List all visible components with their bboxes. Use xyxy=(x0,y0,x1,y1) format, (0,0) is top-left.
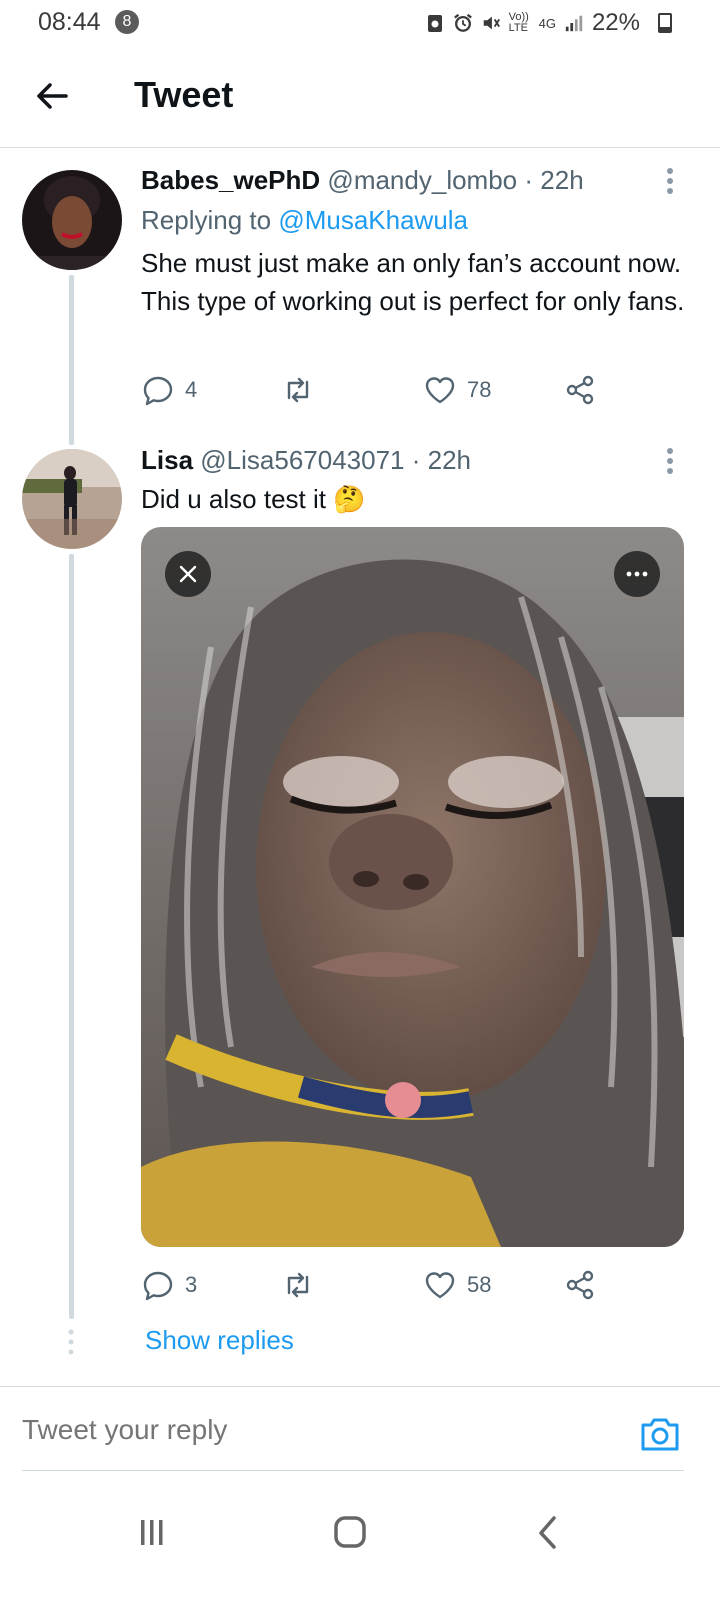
reply-count: 3 xyxy=(185,1272,198,1297)
separator: · xyxy=(524,165,534,195)
battery-icon xyxy=(658,13,672,33)
retweet-icon xyxy=(287,1272,309,1298)
tweet-actions: 4 78 xyxy=(141,370,611,410)
more-options-icon[interactable] xyxy=(662,446,678,476)
like-count: 78 xyxy=(467,377,492,402)
page-title: Tweet xyxy=(134,74,234,115)
separator: · xyxy=(411,445,421,475)
thread-line xyxy=(69,554,74,1319)
media-more-button[interactable] xyxy=(614,551,660,597)
heart-icon xyxy=(425,1272,455,1299)
like-button[interactable]: 58 xyxy=(423,1265,491,1305)
battery-percent: 22% xyxy=(591,9,640,36)
share-button[interactable] xyxy=(563,370,597,410)
status-icons: Vo)) LTE 4G 22% xyxy=(425,9,640,37)
reply-button[interactable]: 3 xyxy=(141,1265,197,1305)
replying-to-label: Replying to xyxy=(141,205,272,235)
home-icon[interactable] xyxy=(320,1508,380,1558)
tweet-header: Babes_wePhD @mandy_lombo · 22h xyxy=(141,165,584,196)
recycle-icon xyxy=(427,15,442,32)
alarm-icon xyxy=(453,13,472,32)
photo xyxy=(141,527,684,1247)
close-icon xyxy=(179,565,197,583)
share-icon xyxy=(566,1270,594,1300)
tweet-actions: 3 58 xyxy=(141,1265,611,1305)
back-nav-icon[interactable] xyxy=(518,1508,578,1558)
avatar[interactable] xyxy=(22,170,122,270)
show-replies-link[interactable]: Show replies xyxy=(145,1325,294,1356)
timestamp: 22h xyxy=(427,445,472,475)
reply-input[interactable] xyxy=(22,1387,684,1471)
tweet-image[interactable] xyxy=(141,527,684,1247)
camera-icon[interactable] xyxy=(638,1415,682,1453)
network-type-indicator: 4G xyxy=(538,15,556,31)
like-button[interactable]: 78 xyxy=(423,370,491,410)
reply-icon xyxy=(143,1271,173,1301)
heart-icon xyxy=(425,377,455,404)
replying-to: Replying to @MusaKhawula xyxy=(141,205,468,236)
user-handle[interactable]: @mandy_lombo xyxy=(327,165,517,195)
retweet-button[interactable] xyxy=(281,370,325,410)
tweet-header: Lisa @Lisa567043071 · 22h xyxy=(141,445,471,476)
reply-composer xyxy=(0,1386,720,1472)
app-header: Tweet xyxy=(0,46,720,148)
more-horizontal-icon xyxy=(626,571,648,577)
timestamp: 22h xyxy=(540,165,584,195)
tweet-item[interactable]: Lisa @Lisa567043071 · 22h Did u also tes… xyxy=(0,440,720,1380)
volte-indicator: Vo)) LTE xyxy=(508,11,529,34)
thread-line xyxy=(69,275,74,445)
close-media-button[interactable] xyxy=(165,551,211,597)
status-bar: 08:44 8 Vo)) LTE 4G 22% xyxy=(0,0,720,46)
share-icon xyxy=(566,375,594,405)
mute-icon xyxy=(483,16,500,30)
reply-count: 4 xyxy=(185,377,198,402)
reply-button[interactable]: 4 xyxy=(141,370,197,410)
notification-count-badge: 8 xyxy=(115,10,139,34)
display-name[interactable]: Babes_wePhD xyxy=(141,165,320,195)
retweet-icon xyxy=(287,377,309,403)
display-name[interactable]: Lisa xyxy=(141,445,193,475)
like-count: 58 xyxy=(467,1272,492,1297)
user-handle[interactable]: @Lisa567043071 xyxy=(200,445,404,475)
retweet-button[interactable] xyxy=(281,1265,325,1305)
tweet-text: She must just make an only fan’s account… xyxy=(141,248,685,316)
back-arrow-icon[interactable] xyxy=(30,74,74,118)
recent-apps-icon[interactable] xyxy=(122,1508,182,1558)
signal-icon xyxy=(565,15,583,32)
tweet-item[interactable]: Babes_wePhD @mandy_lombo · 22h Replying … xyxy=(0,150,720,445)
system-nav-bar xyxy=(0,1480,720,1600)
thread-dots xyxy=(68,1329,74,1355)
share-button[interactable] xyxy=(563,1265,597,1305)
reply-icon xyxy=(143,376,173,406)
avatar[interactable] xyxy=(22,449,122,549)
tweet-text: Did u also test it 🤔 xyxy=(141,484,366,514)
more-options-icon[interactable] xyxy=(662,166,678,196)
status-time: 08:44 xyxy=(38,8,101,36)
mention-link[interactable]: @MusaKhawula xyxy=(278,205,468,235)
